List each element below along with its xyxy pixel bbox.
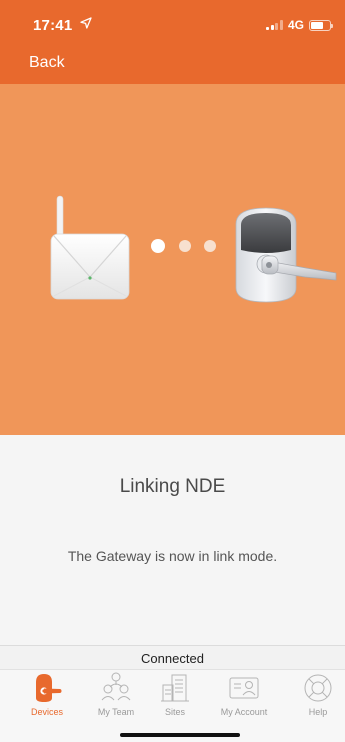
tab-bar: Devices My Team Sites My Account Help [0,669,345,742]
status-bar: 17:41 4G [0,0,345,44]
tab-help-label: Help [308,707,328,717]
location-arrow-icon [80,17,92,29]
status-message: The Gateway is now in link mode. [67,548,278,564]
tab-devices-label: Devices [30,707,63,717]
status-time: 17:41 [33,17,73,34]
nav-bar: Back [0,44,345,84]
tab-my-account[interactable]: My Account [212,672,276,720]
status-indicators: 4G [266,18,333,32]
team-icon [101,672,131,701]
connection-status-text: Connected [141,651,204,666]
sites-building-icon [161,674,189,702]
tab-sites-label: Sites [164,707,185,717]
cellular-signal-icon [266,20,283,30]
hero-illustration [0,84,345,435]
network-type: 4G [287,18,304,32]
nde-lock-device [235,207,337,303]
tab-my-account-label: My Account [220,707,268,717]
back-button[interactable]: Back [29,54,65,72]
link-status-panel: Linking NDE The Gateway is now in link m… [0,435,345,645]
tab-my-team[interactable]: My Team [84,672,148,720]
home-indicator[interactable] [120,733,240,737]
battery-icon [309,19,333,31]
tab-devices[interactable]: Devices [15,672,79,720]
gateway-lock-illustration [50,195,337,303]
help-lifebuoy-icon [304,674,332,702]
linking-dots [151,239,216,253]
tab-help[interactable]: Help [286,672,345,720]
account-card-icon [229,677,259,699]
page-title: Linking NDE [119,476,226,497]
tab-sites[interactable]: Sites [143,672,207,720]
gateway-device [50,195,130,300]
connection-status-bar: Connected [0,645,345,669]
devices-lock-icon [36,674,62,702]
tab-my-team-label: My Team [97,707,135,717]
